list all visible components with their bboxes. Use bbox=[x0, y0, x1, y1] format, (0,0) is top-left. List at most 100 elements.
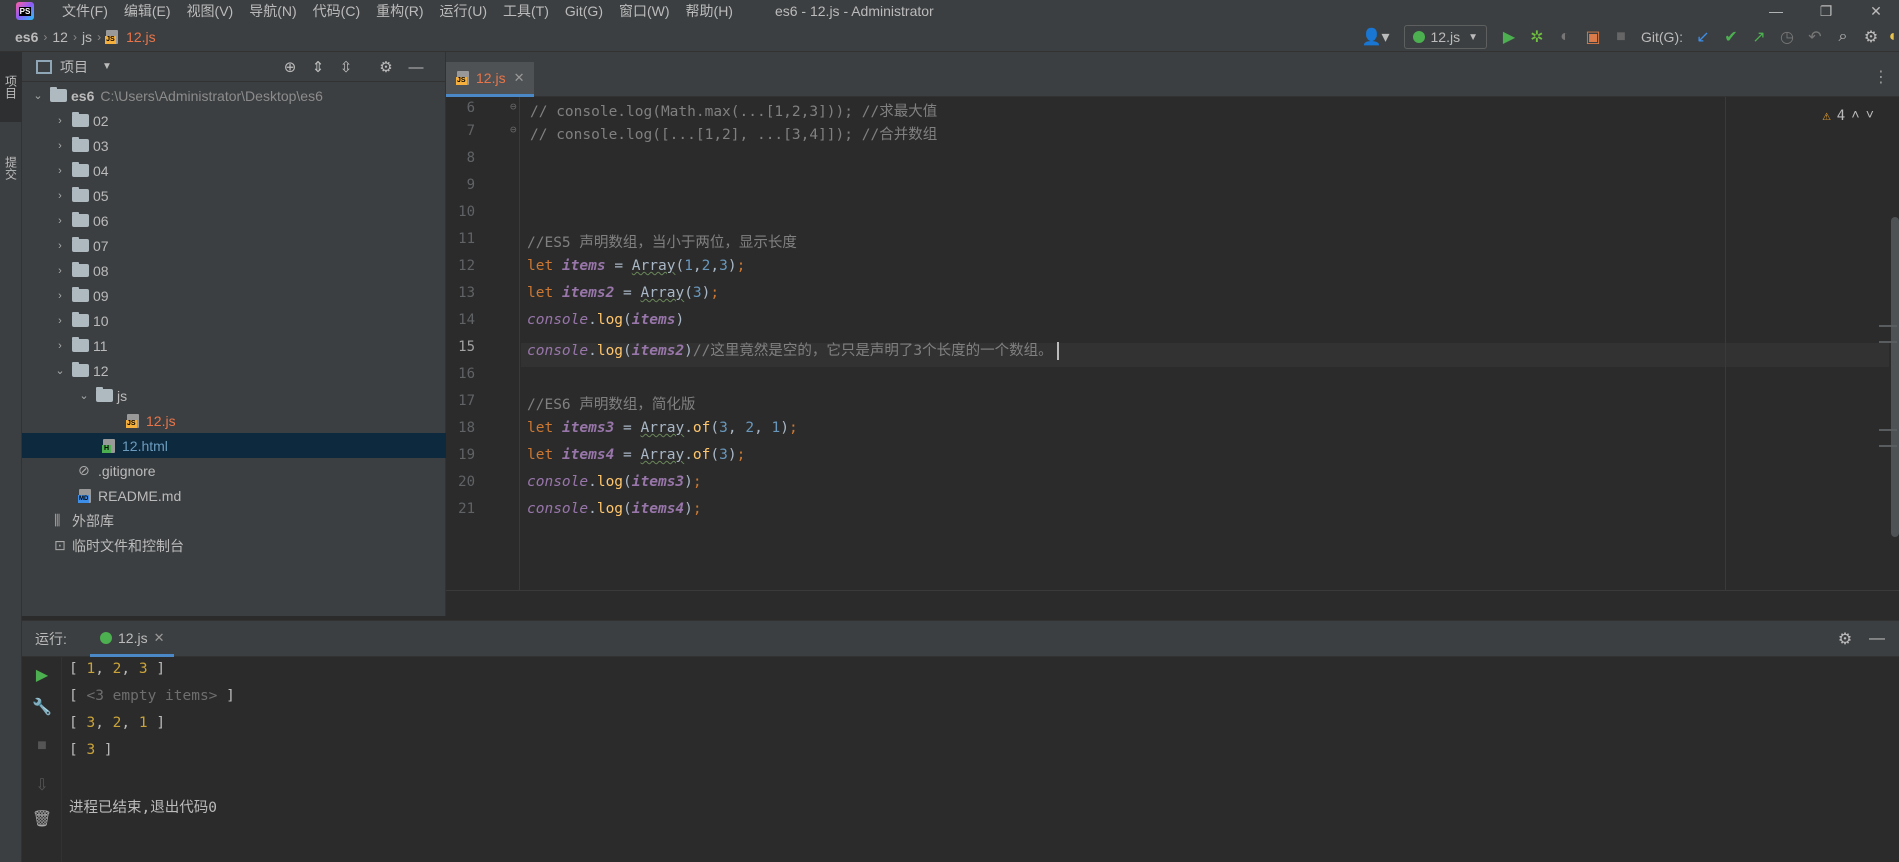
run-output-scrollbar[interactable] bbox=[1885, 657, 1899, 862]
more-options-icon[interactable]: ⋮ bbox=[1873, 67, 1889, 87]
menu-view[interactable]: 视图(V) bbox=[179, 0, 242, 22]
menu-refactor[interactable]: 重构(R) bbox=[368, 0, 431, 22]
menu-window[interactable]: 窗口(W) bbox=[611, 0, 678, 22]
chevron-right-icon[interactable]: › bbox=[52, 215, 68, 227]
breadcrumb-folder-12[interactable]: 12 bbox=[47, 29, 73, 45]
settings-gear-icon[interactable]: ⚙ bbox=[1857, 22, 1885, 52]
settings-gear-icon[interactable]: ⚙ bbox=[372, 52, 400, 82]
menu-file[interactable]: 文件(F) bbox=[54, 0, 116, 22]
chevron-right-icon[interactable]: › bbox=[52, 165, 68, 177]
tree-folder-07[interactable]: › 07 bbox=[22, 233, 446, 258]
chevron-down-icon[interactable]: ⌄ bbox=[52, 364, 68, 377]
breadcrumb-folder-js[interactable]: js bbox=[77, 29, 97, 45]
tree-folder-04[interactable]: › 04 bbox=[22, 158, 446, 183]
chevron-right-icon[interactable]: › bbox=[52, 340, 68, 352]
fold-icon[interactable]: ⊖ bbox=[510, 100, 517, 113]
html-file-icon bbox=[102, 438, 118, 453]
coverage-icon[interactable]: ◐ bbox=[1551, 22, 1579, 52]
menu-help[interactable]: 帮助(H) bbox=[678, 0, 741, 22]
run-config-selector[interactable]: 12.js ▼ bbox=[1403, 25, 1487, 49]
chevron-right-icon[interactable]: › bbox=[52, 140, 68, 152]
tree-root-es6[interactable]: ⌄ es6 C:\Users\Administrator\Desktop\es6 bbox=[22, 83, 446, 108]
minimize-button[interactable]: — bbox=[1753, 0, 1799, 22]
git-push-icon[interactable]: ↗ bbox=[1745, 22, 1773, 52]
breadcrumb-file[interactable]: 12.js bbox=[121, 29, 161, 45]
tree-folder-05[interactable]: › 05 bbox=[22, 183, 446, 208]
inspection-widget[interactable]: ⚠ 4 ˄ ˅ bbox=[1822, 107, 1874, 124]
chevron-right-icon[interactable]: › bbox=[52, 290, 68, 302]
tree-folder-09[interactable]: › 09 bbox=[22, 283, 446, 308]
rerun-icon[interactable]: ▶ bbox=[22, 665, 62, 685]
user-icon[interactable]: 👤▾ bbox=[1356, 22, 1396, 52]
tree-folder-js[interactable]: ⌄ js bbox=[22, 383, 446, 408]
stop-icon[interactable]: ■ bbox=[1607, 22, 1635, 52]
expand-all-icon[interactable]: ⇕ bbox=[304, 52, 332, 82]
scroll-to-end-icon[interactable]: ⇩ bbox=[22, 775, 62, 795]
run-icon[interactable]: ▶ bbox=[1495, 22, 1523, 52]
tree-folder-12[interactable]: ⌄ 12 bbox=[22, 358, 446, 383]
tree-folder-10[interactable]: › 10 bbox=[22, 308, 446, 333]
tree-file-12-js[interactable]: 12.js bbox=[22, 408, 446, 433]
close-tab-icon[interactable]: ✕ bbox=[514, 70, 525, 86]
tree-external-libraries[interactable]: ⫼ 外部库 bbox=[22, 508, 446, 533]
tree-file-12-html[interactable]: 12.html bbox=[22, 433, 446, 458]
chevron-down-icon[interactable]: ˅ bbox=[1866, 107, 1874, 124]
menu-git[interactable]: Git(G) bbox=[557, 0, 611, 22]
hide-panel-icon[interactable]: — bbox=[1863, 621, 1891, 657]
history-icon[interactable]: ◷ bbox=[1773, 22, 1801, 52]
chevron-up-icon[interactable]: ˄ bbox=[1851, 107, 1859, 124]
editor-scrollbar[interactable] bbox=[1891, 217, 1899, 537]
menu-navigate[interactable]: 导航(N) bbox=[241, 0, 304, 22]
tree-folder-06[interactable]: › 06 bbox=[22, 208, 446, 233]
restore-button[interactable]: ❐ bbox=[1803, 0, 1849, 22]
menu-run[interactable]: 运行(U) bbox=[432, 0, 495, 22]
chevron-down-icon[interactable]: ▼ bbox=[102, 61, 112, 72]
tree-root-label: es6 bbox=[71, 87, 95, 104]
tree-folder-label: 05 bbox=[93, 187, 109, 204]
project-panel-title[interactable]: 项目 bbox=[60, 57, 88, 77]
tree-folder-03[interactable]: › 03 bbox=[22, 133, 446, 158]
tool-tab-project[interactable]: 项目 bbox=[0, 52, 22, 122]
chevron-right-icon[interactable]: › bbox=[52, 315, 68, 327]
chevron-down-icon[interactable]: ⌄ bbox=[30, 89, 46, 102]
search-icon[interactable]: ⌕ bbox=[1829, 22, 1857, 52]
git-update-icon[interactable]: ↙ bbox=[1689, 22, 1717, 52]
scroll-marker bbox=[1879, 325, 1897, 327]
tree-file-readme[interactable]: README.md bbox=[22, 483, 446, 508]
chevron-right-icon[interactable]: › bbox=[52, 190, 68, 202]
tree-folder-02[interactable]: › 02 bbox=[22, 108, 446, 133]
run-tab-12-js[interactable]: 12.js ✕ bbox=[90, 621, 175, 657]
chevron-right-icon[interactable]: › bbox=[52, 240, 68, 252]
locate-file-icon[interactable]: ⊕ bbox=[276, 52, 304, 82]
settings-gear-icon[interactable]: ⚙ bbox=[1831, 621, 1859, 657]
code-editor[interactable]: 6 7 8 9 10 11 12 13 14 15 16 17 18 19 20… bbox=[446, 97, 1899, 590]
plugin-icon[interactable]: ◖ bbox=[1885, 22, 1899, 52]
collapse-all-icon[interactable]: ⇳ bbox=[332, 52, 360, 82]
chevron-down-icon[interactable]: ⌄ bbox=[76, 389, 92, 402]
tree-file-gitignore[interactable]: ⊘ .gitignore bbox=[22, 458, 446, 483]
menu-edit[interactable]: 编辑(E) bbox=[116, 0, 179, 22]
menu-tools[interactable]: 工具(T) bbox=[495, 0, 557, 22]
tree-folder-11[interactable]: › 11 bbox=[22, 333, 446, 358]
chevron-right-icon[interactable]: › bbox=[52, 115, 68, 127]
fold-icon[interactable]: ⊖ bbox=[510, 123, 517, 136]
profile-icon[interactable]: ▣ bbox=[1579, 22, 1607, 52]
line-number: 6 bbox=[466, 100, 475, 116]
tree-scratches[interactable]: ⊡ 临时文件和控制台 bbox=[22, 533, 446, 558]
wrench-icon[interactable]: 🔧 bbox=[22, 697, 62, 717]
clear-output-icon[interactable]: 🗑 bbox=[22, 809, 62, 829]
close-tab-icon[interactable]: ✕ bbox=[154, 630, 165, 646]
line-number: 19 bbox=[458, 447, 475, 463]
debug-icon[interactable]: ✲ bbox=[1523, 22, 1551, 52]
chevron-right-icon[interactable]: › bbox=[52, 265, 68, 277]
tool-tab-commit[interactable]: 提交 bbox=[0, 138, 22, 198]
close-window-button[interactable]: ✕ bbox=[1853, 0, 1899, 22]
rollback-icon[interactable]: ↶ bbox=[1801, 22, 1829, 52]
git-commit-icon[interactable]: ✔ bbox=[1717, 22, 1745, 52]
tree-folder-08[interactable]: › 08 bbox=[22, 258, 446, 283]
hide-panel-icon[interactable]: — bbox=[402, 52, 430, 82]
stop-icon[interactable]: ■ bbox=[22, 737, 62, 755]
menu-code[interactable]: 代码(C) bbox=[305, 0, 368, 22]
editor-tab-12-js[interactable]: 12.js ✕ bbox=[446, 62, 535, 97]
breadcrumb-root[interactable]: es6 bbox=[10, 29, 43, 45]
